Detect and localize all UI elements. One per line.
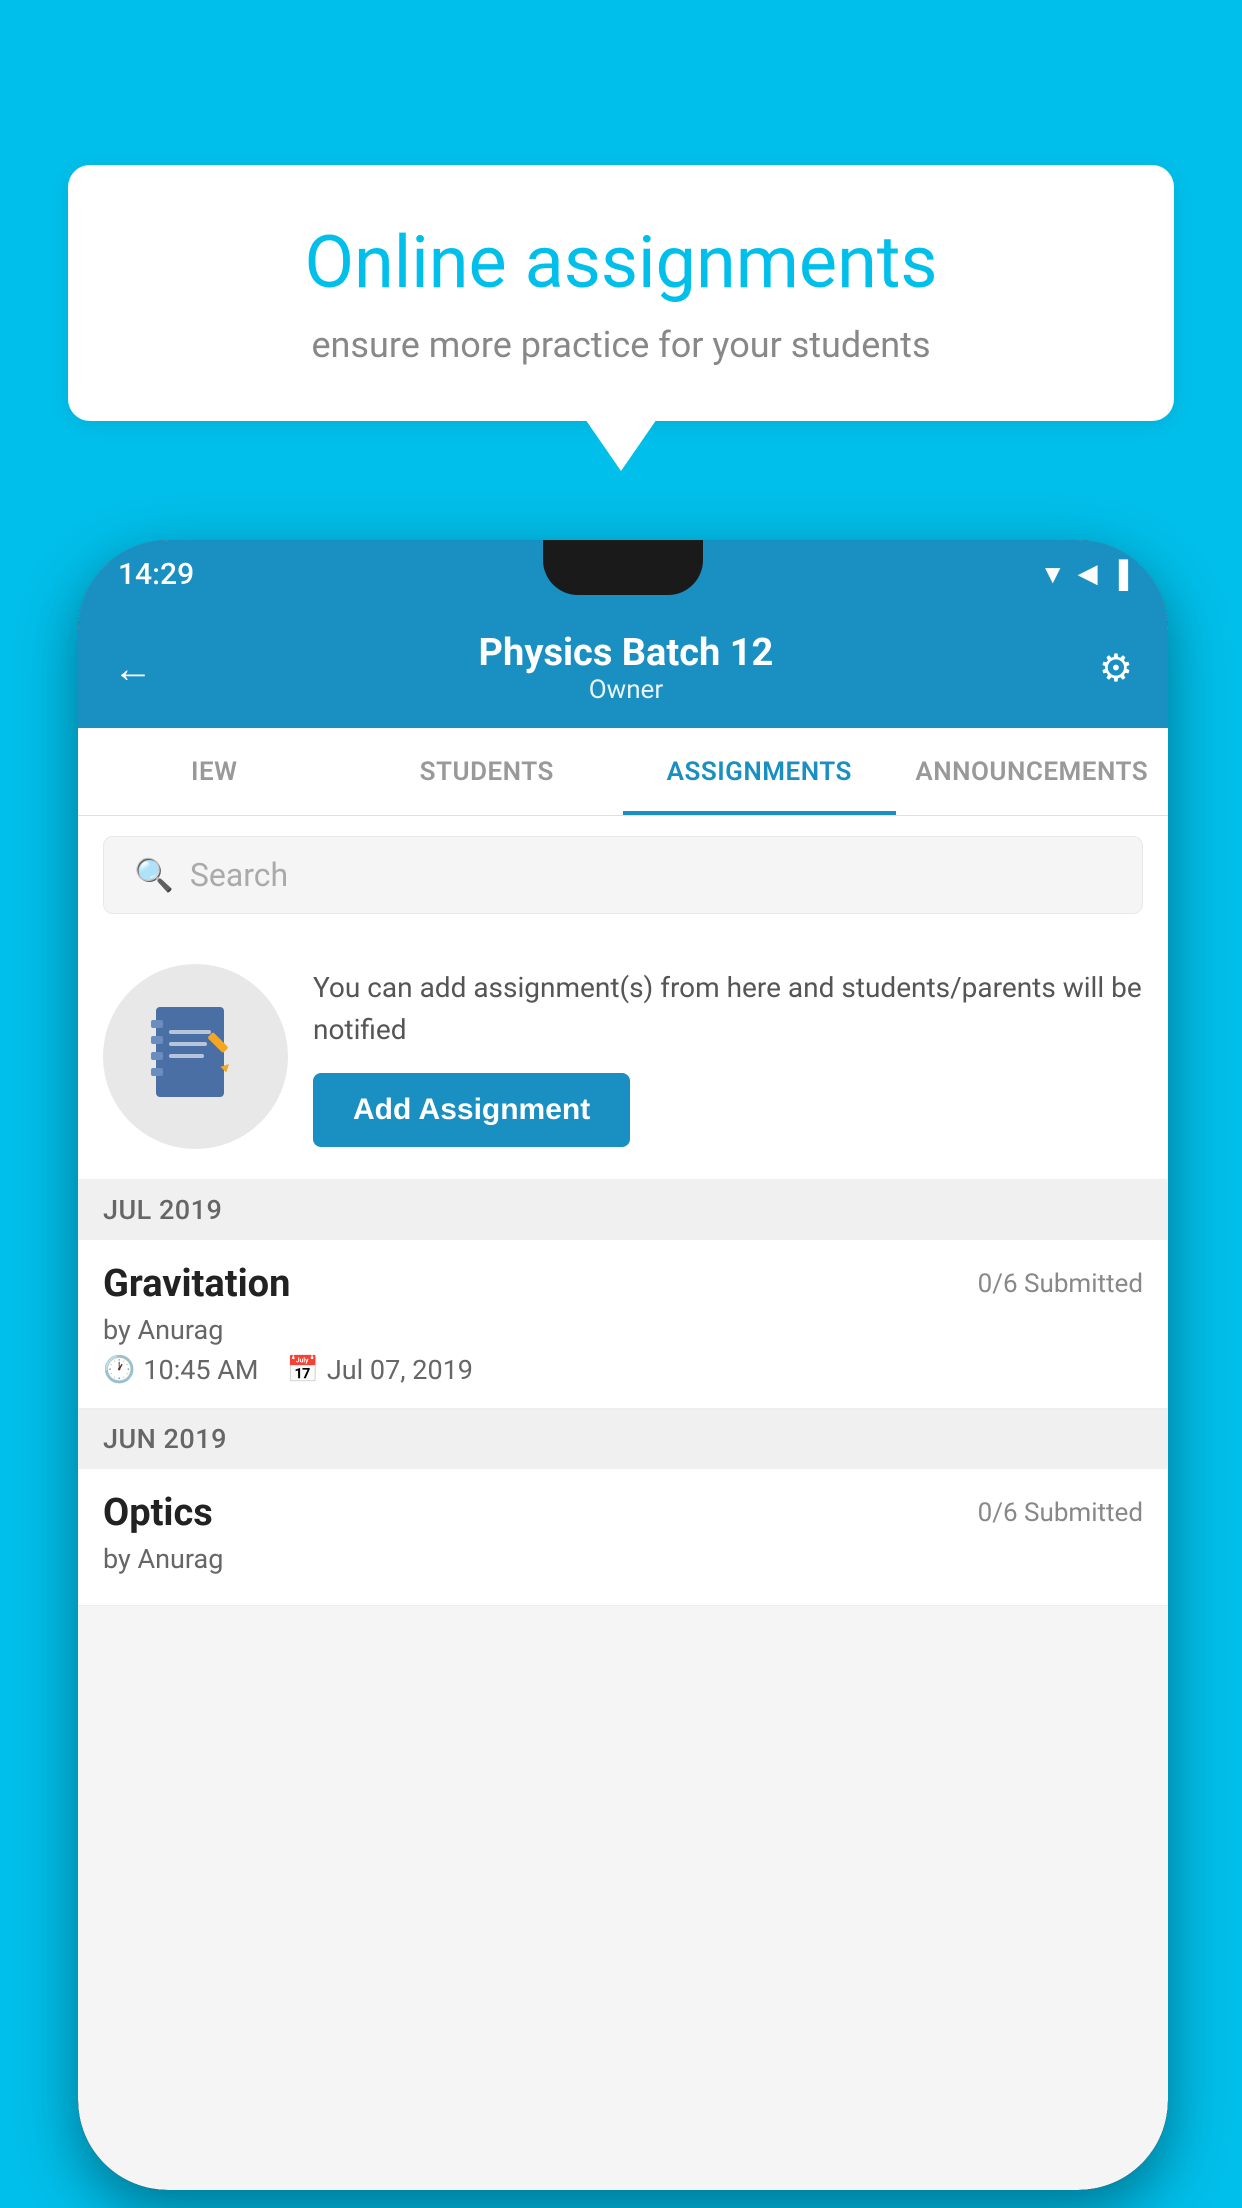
battery-icon: ▐: [1110, 559, 1128, 590]
app-header: ← Physics Batch 12 Owner ⚙: [78, 608, 1168, 728]
tab-announcements[interactable]: ANNOUNCEMENTS: [896, 728, 1169, 815]
assignment-name-2: Optics: [103, 1491, 213, 1535]
section-jul-2019: JUL 2019: [78, 1180, 1168, 1240]
promo-section: You can add assignment(s) from here and …: [78, 934, 1168, 1180]
phone-frame: 14:29 ▼ ◀ ▐ ← Physics Batch 12 Owner ⚙ I…: [78, 540, 1168, 2190]
time-meta: 🕐 10:45 AM: [103, 1354, 259, 1386]
promo-text-area: You can add assignment(s) from here and …: [313, 967, 1143, 1147]
batch-role: Owner: [479, 675, 774, 705]
bubble-subtitle: ensure more practice for your students: [128, 324, 1114, 366]
calendar-icon: 📅: [287, 1355, 319, 1385]
search-icon: 🔍: [134, 856, 174, 894]
assignment-top-row: Gravitation 0/6 Submitted: [103, 1262, 1143, 1306]
time-value: 10:45 AM: [143, 1354, 258, 1386]
notch: [543, 540, 703, 595]
date-value: Jul 07, 2019: [327, 1354, 473, 1386]
tabs-bar: IEW STUDENTS ASSIGNMENTS ANNOUNCEMENTS: [78, 728, 1168, 816]
phone-inner: 14:29 ▼ ◀ ▐ ← Physics Batch 12 Owner ⚙ I…: [78, 540, 1168, 2190]
clock-icon: 🕐: [103, 1355, 135, 1385]
assignment-gravitation[interactable]: Gravitation 0/6 Submitted by Anurag 🕐 10…: [78, 1240, 1168, 1409]
section-jun-2019: JUN 2019: [78, 1409, 1168, 1469]
signal-icon: ◀: [1078, 559, 1098, 589]
tab-students[interactable]: STUDENTS: [351, 728, 624, 815]
assignment-by-2: by Anurag: [103, 1543, 1143, 1575]
promo-icon-circle: [103, 964, 288, 1149]
assignment-meta: 🕐 10:45 AM 📅 Jul 07, 2019: [103, 1354, 1143, 1386]
add-assignment-button[interactable]: Add Assignment: [313, 1073, 630, 1147]
batch-title: Physics Batch 12: [479, 631, 774, 675]
status-icons: ▼ ◀ ▐: [1040, 559, 1128, 590]
assignment-status: 0/6 Submitted: [978, 1269, 1143, 1299]
content-area: 🔍 Search: [78, 816, 1168, 1606]
header-center: Physics Batch 12 Owner: [479, 631, 774, 705]
assignment-top-row-2: Optics 0/6 Submitted: [103, 1491, 1143, 1535]
search-placeholder: Search: [190, 856, 288, 894]
speech-bubble-container: Online assignments ensure more practice …: [68, 165, 1174, 421]
date-meta: 📅 Jul 07, 2019: [287, 1354, 473, 1386]
assignment-by: by Anurag: [103, 1314, 1143, 1346]
notebook-icon: [151, 1002, 241, 1112]
assignment-status-2: 0/6 Submitted: [978, 1498, 1143, 1528]
promo-description: You can add assignment(s) from here and …: [313, 967, 1143, 1051]
assignment-name: Gravitation: [103, 1262, 290, 1306]
assignment-optics[interactable]: Optics 0/6 Submitted by Anurag: [78, 1469, 1168, 1606]
wifi-icon: ▼: [1040, 559, 1066, 590]
status-bar: 14:29 ▼ ◀ ▐: [78, 540, 1168, 608]
settings-icon[interactable]: ⚙: [1099, 646, 1133, 691]
status-time: 14:29: [118, 557, 194, 592]
back-button[interactable]: ←: [113, 645, 153, 692]
search-bar[interactable]: 🔍 Search: [103, 836, 1143, 914]
bubble-title: Online assignments: [128, 220, 1114, 306]
tab-assignments[interactable]: ASSIGNMENTS: [623, 728, 896, 815]
speech-bubble: Online assignments ensure more practice …: [68, 165, 1174, 421]
tab-overview[interactable]: IEW: [78, 728, 351, 815]
